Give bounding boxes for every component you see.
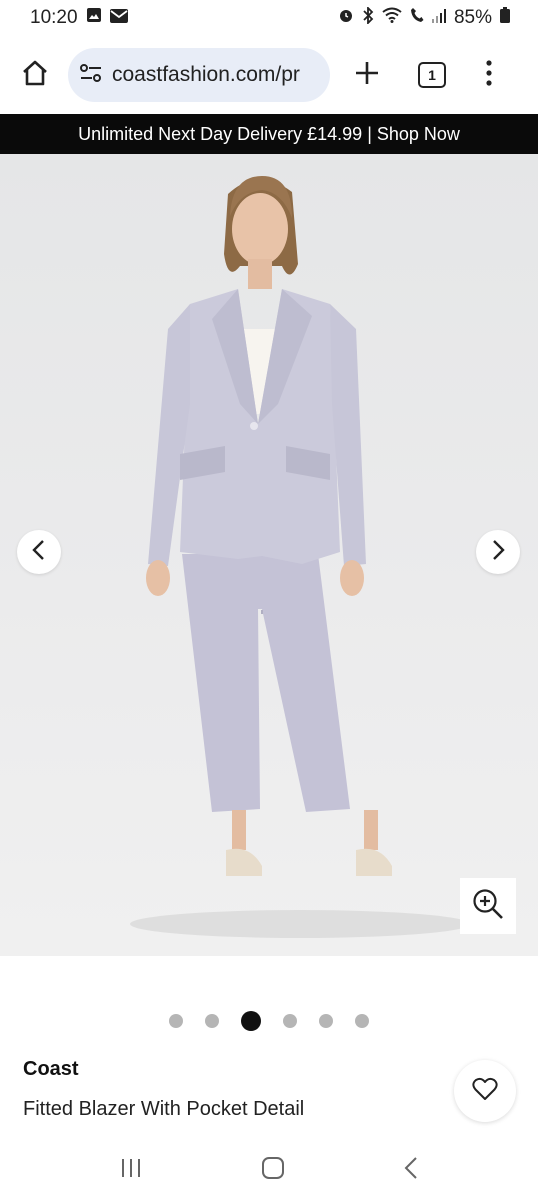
bluetooth-icon xyxy=(362,5,374,30)
url-text: coastfashion.com/pr xyxy=(112,63,300,86)
recents-button[interactable] xyxy=(119,1157,143,1184)
chevron-left-icon xyxy=(31,539,47,566)
heart-icon xyxy=(472,1077,498,1106)
system-nav-bar xyxy=(0,1140,538,1200)
alarm-icon xyxy=(338,7,354,29)
carousel-dots xyxy=(0,1008,538,1034)
new-tab-button[interactable] xyxy=(350,58,384,92)
status-bar: 10:20 85% xyxy=(0,0,538,36)
wifi-icon xyxy=(382,7,402,29)
recents-icon xyxy=(119,1158,143,1183)
plus-icon xyxy=(354,60,380,91)
carousel-dot[interactable] xyxy=(169,1014,183,1028)
home-icon xyxy=(21,59,49,92)
back-button[interactable] xyxy=(403,1156,419,1185)
wishlist-button[interactable] xyxy=(454,1060,516,1122)
tab-count: 1 xyxy=(428,67,436,83)
chevron-right-icon xyxy=(490,539,506,566)
battery-percent: 85% xyxy=(453,7,492,28)
promo-text: Unlimited Next Day Delivery £14.99 | Sho… xyxy=(78,123,460,144)
battery-icon xyxy=(500,7,510,29)
image-icon xyxy=(86,7,102,29)
status-right: 85% xyxy=(338,5,510,30)
status-left: 10:20 xyxy=(30,7,128,29)
carousel-dot[interactable] xyxy=(241,1011,261,1031)
carousel-dot[interactable] xyxy=(355,1014,369,1028)
home-nav-button[interactable] xyxy=(261,1156,285,1185)
carousel-dot[interactable] xyxy=(283,1014,297,1028)
site-settings-icon[interactable] xyxy=(80,63,102,88)
call-icon xyxy=(410,7,424,29)
product-brand: Coast xyxy=(23,1058,79,1080)
address-bar[interactable]: coastfashion.com/pr xyxy=(68,48,330,102)
zoom-button[interactable] xyxy=(460,878,516,934)
more-menu-button[interactable] xyxy=(484,58,494,92)
back-icon xyxy=(403,1156,419,1184)
prev-image-button[interactable] xyxy=(17,530,61,574)
tabs-button[interactable]: 1 xyxy=(418,62,446,88)
promo-banner[interactable]: Unlimited Next Day Delivery £14.99 | Sho… xyxy=(0,114,538,154)
carousel-dot[interactable] xyxy=(319,1014,333,1028)
status-time: 10:20 xyxy=(30,7,78,28)
browser-toolbar: coastfashion.com/pr 1 xyxy=(0,36,538,114)
next-image-button[interactable] xyxy=(476,530,520,574)
more-menu-icon xyxy=(486,59,492,91)
model-illustration xyxy=(130,176,470,938)
home-button[interactable] xyxy=(18,58,52,92)
product-title: Fitted Blazer With Pocket Detail xyxy=(23,1098,305,1120)
home-nav-icon xyxy=(261,1156,285,1184)
signal-icon xyxy=(431,7,446,29)
product-image[interactable] xyxy=(0,154,538,956)
carousel-dot[interactable] xyxy=(205,1014,219,1028)
zoom-in-icon xyxy=(471,887,505,926)
mail-icon xyxy=(109,7,128,29)
